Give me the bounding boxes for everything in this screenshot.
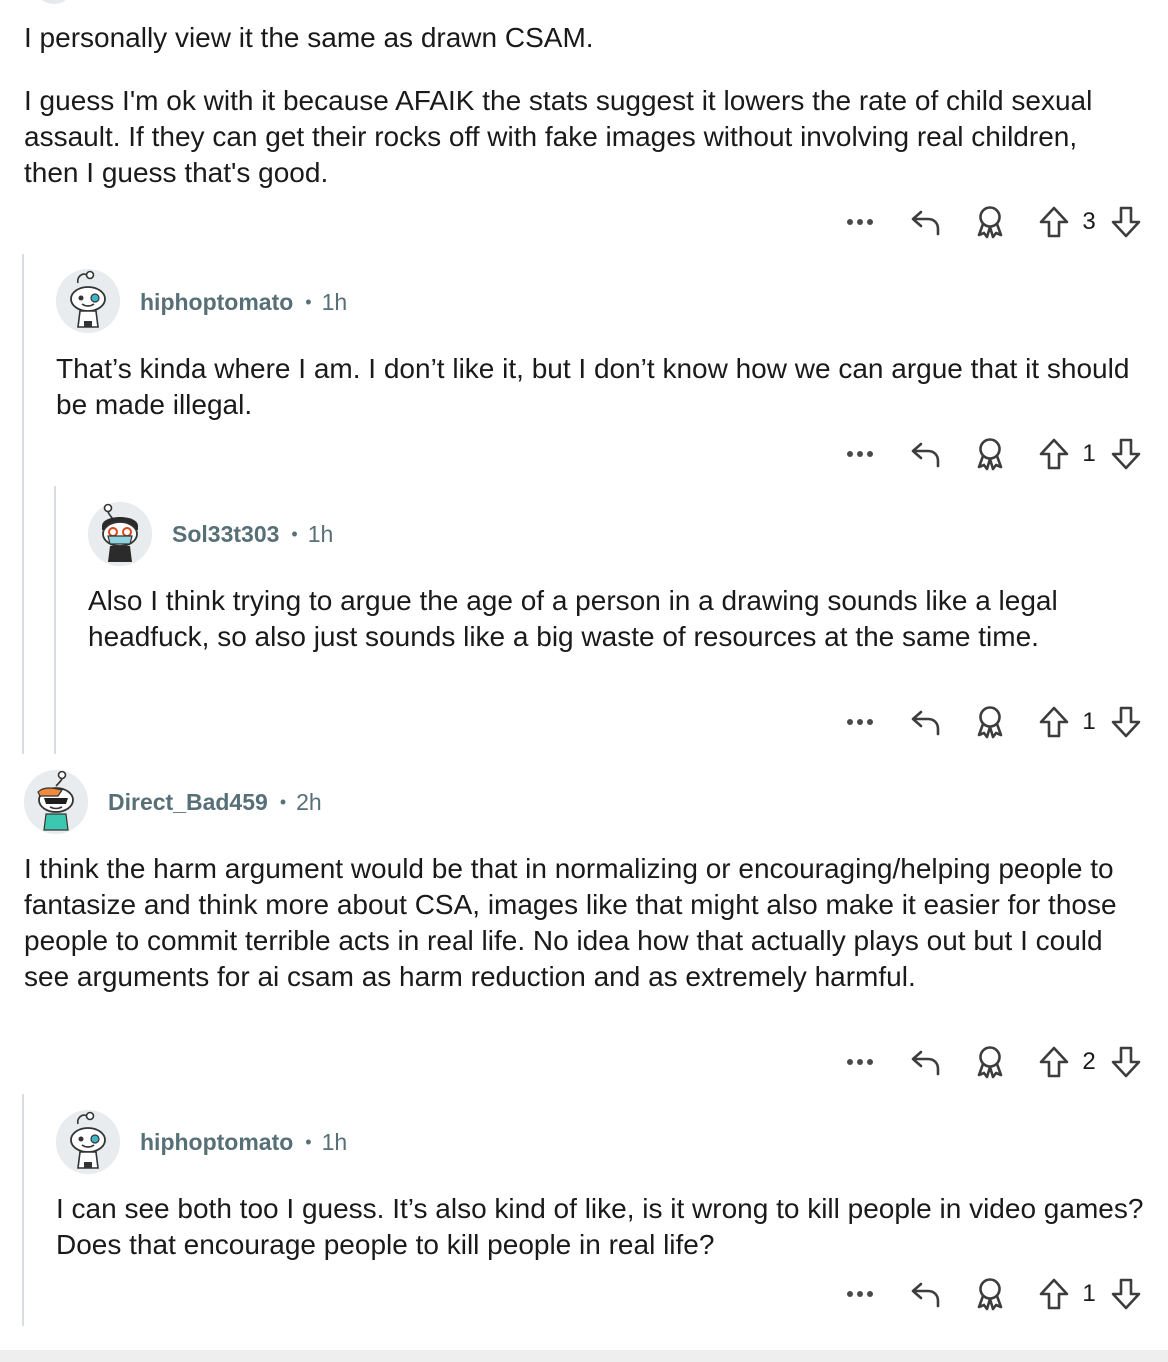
- comment-body: I can see both too I guess. It’s also ki…: [56, 1191, 1151, 1263]
- meta-separator: •: [305, 291, 312, 312]
- award-icon[interactable]: [970, 702, 1010, 742]
- vote-score: 1: [1082, 440, 1096, 467]
- username-link[interactable]: Sol33t303: [172, 521, 279, 548]
- comment-paragraph: That’s kinda where I am. I don’t like it…: [56, 353, 1130, 420]
- comment-meta: hiphoptomato • 1h: [140, 1122, 347, 1162]
- upvote-arrow-icon[interactable]: [1034, 202, 1074, 242]
- upvote-arrow-icon[interactable]: [1034, 1274, 1074, 1314]
- thread-line[interactable]: [54, 486, 56, 754]
- upvote-arrow-icon[interactable]: [1034, 1042, 1074, 1082]
- comment-paragraph: I guess I'm ok with it because AFAIK the…: [24, 85, 1093, 188]
- page-bottom-divider: [0, 1350, 1168, 1362]
- more-options-icon[interactable]: [840, 1042, 880, 1082]
- more-options-icon[interactable]: [840, 1274, 880, 1314]
- more-options-icon[interactable]: [840, 202, 880, 242]
- meta-separator: •: [305, 1131, 312, 1152]
- avatar[interactable]: [88, 502, 152, 566]
- parent-avatar-fragment: [34, 0, 74, 4]
- reply-icon[interactable]: [904, 1042, 948, 1082]
- vote-score: 1: [1082, 1280, 1096, 1307]
- upvote-arrow-icon[interactable]: [1034, 702, 1074, 742]
- avatar[interactable]: [56, 1110, 120, 1174]
- avatar[interactable]: [56, 269, 120, 333]
- username-link[interactable]: Direct_Bad459: [108, 789, 268, 816]
- vote-score: 3: [1082, 208, 1096, 235]
- thread-line[interactable]: [22, 254, 24, 754]
- vote-score: 1: [1082, 708, 1096, 735]
- downvote-arrow-icon[interactable]: [1106, 202, 1146, 242]
- comment-meta: Direct_Bad459 • 2h: [108, 782, 322, 822]
- comment-meta: hiphoptomato • 1h: [140, 282, 347, 322]
- timestamp[interactable]: 1h: [322, 289, 348, 316]
- comment-action-bar: 1: [840, 1274, 1150, 1314]
- reply-icon[interactable]: [904, 1274, 948, 1314]
- downvote-arrow-icon[interactable]: [1106, 1274, 1146, 1314]
- comment-paragraph: Also I think trying to argue the age of …: [88, 585, 1058, 652]
- award-icon[interactable]: [970, 1274, 1010, 1314]
- more-options-icon[interactable]: [840, 434, 880, 474]
- downvote-arrow-icon[interactable]: [1106, 702, 1146, 742]
- reply-icon[interactable]: [904, 202, 948, 242]
- comment-action-bar: 3: [840, 202, 1150, 242]
- username-link[interactable]: hiphoptomato: [140, 289, 293, 316]
- award-icon[interactable]: [970, 202, 1010, 242]
- meta-separator: •: [279, 791, 287, 812]
- comment-body: I guess I'm ok with it because AFAIK the…: [24, 83, 1134, 191]
- more-options-icon[interactable]: [840, 702, 880, 742]
- downvote-arrow-icon[interactable]: [1106, 1042, 1146, 1082]
- vote-score: 2: [1082, 1048, 1096, 1075]
- timestamp[interactable]: 2h: [296, 789, 322, 816]
- comment-body: That’s kinda where I am. I don’t like it…: [56, 351, 1156, 423]
- comment-paragraph: I think the harm argument would be that …: [24, 853, 1117, 992]
- avatar[interactable]: [24, 770, 88, 834]
- downvote-arrow-icon[interactable]: [1106, 434, 1146, 474]
- comment-paragraph: I personally view it the same as drawn C…: [24, 22, 594, 53]
- thread-line[interactable]: [22, 1094, 24, 1326]
- comment-body: I personally view it the same as drawn C…: [24, 20, 594, 56]
- upvote-arrow-icon[interactable]: [1034, 434, 1074, 474]
- comment-meta: Sol33t303 • 1h: [172, 514, 333, 554]
- timestamp[interactable]: 1h: [322, 1129, 348, 1156]
- reply-icon[interactable]: [904, 434, 948, 474]
- meta-separator: •: [291, 523, 298, 544]
- comment-body: I think the harm argument would be that …: [24, 851, 1149, 995]
- comment-paragraph: I can see both too I guess. It’s also ki…: [56, 1193, 1144, 1260]
- comment-body: Also I think trying to argue the age of …: [88, 583, 1148, 655]
- award-icon[interactable]: [970, 1042, 1010, 1082]
- timestamp[interactable]: 1h: [308, 521, 334, 548]
- comment-action-bar: 1: [840, 434, 1150, 474]
- reply-icon[interactable]: [904, 702, 948, 742]
- award-icon[interactable]: [970, 434, 1010, 474]
- username-link[interactable]: hiphoptomato: [140, 1129, 293, 1156]
- comment-action-bar: 1: [840, 702, 1150, 742]
- comment-action-bar: 2: [840, 1042, 1150, 1082]
